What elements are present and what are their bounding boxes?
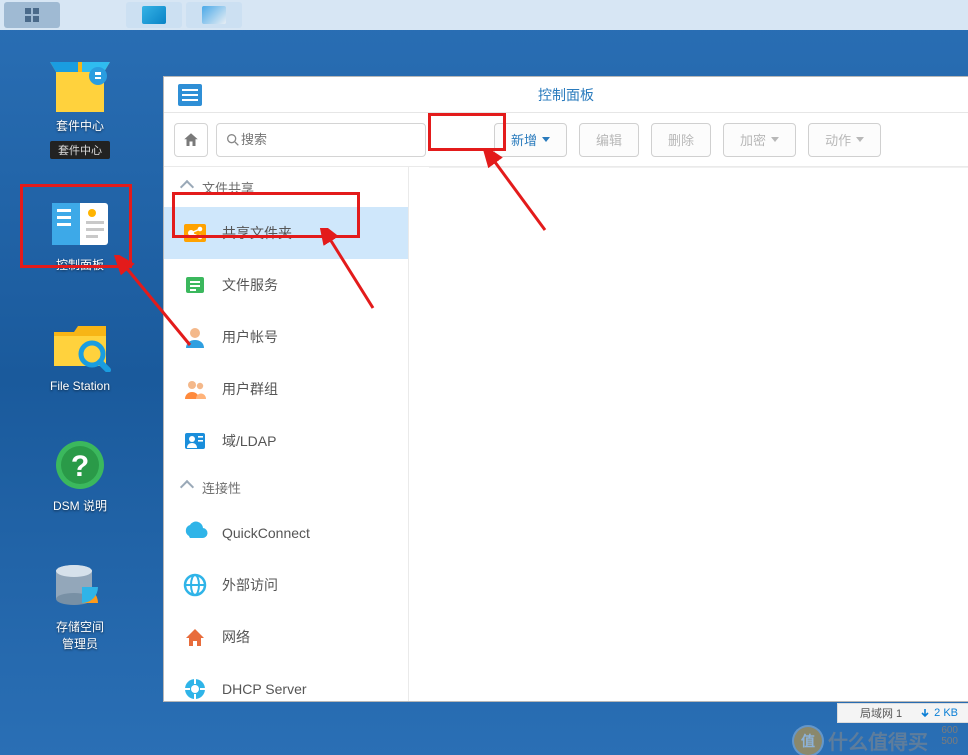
sidebar-item-group[interactable]: 用户群组 xyxy=(164,363,408,415)
desktop: 套件中心 套件中心 控制面板 File Station ? DSM 说明 存储空… xyxy=(0,30,160,755)
encrypt-button[interactable]: 加密 xyxy=(723,123,796,157)
search-input[interactable] xyxy=(241,132,417,147)
chevron-down-icon xyxy=(542,137,550,142)
sidebar-item-external-access[interactable]: 外部访问 xyxy=(164,559,408,611)
desktop-tooltip: 套件中心 xyxy=(50,141,110,159)
new-button[interactable]: 新增 xyxy=(494,123,567,157)
file-services-icon xyxy=(182,272,208,298)
control-panel-window: 控制面板 新增 编辑 删除 加密 动作 xyxy=(163,76,968,702)
sidebar-item-user[interactable]: 用户帐号 xyxy=(164,311,408,363)
chevron-up-icon xyxy=(180,480,194,494)
network-icon xyxy=(182,624,208,650)
button-label: 动作 xyxy=(825,130,851,149)
search-icon xyxy=(225,132,241,148)
button-label: 加密 xyxy=(740,130,766,149)
button-label: 编辑 xyxy=(596,130,622,149)
watermark: 值 什么值得买 xyxy=(794,726,928,755)
user-icon xyxy=(182,324,208,350)
home-icon xyxy=(182,131,200,149)
sidebar[interactable]: 文件共享 共享文件夹 文件服务 用户帐号 xyxy=(164,167,409,701)
search-box[interactable] xyxy=(216,123,426,157)
sidebar-item-quickconnect[interactable]: QuickConnect xyxy=(164,507,408,559)
desktop-icon-file-station[interactable]: File Station xyxy=(25,318,135,395)
download-icon xyxy=(920,708,930,718)
dhcp-icon xyxy=(182,676,208,701)
sidebar-item-domain-ldap[interactable]: 域/LDAP xyxy=(164,415,408,467)
desktop-icon-label: 套件中心 xyxy=(25,118,135,135)
chevron-down-icon xyxy=(856,137,864,142)
sidebar-item-label: 共享文件夹 xyxy=(222,223,292,243)
sidebar-section-file-sharing[interactable]: 文件共享 xyxy=(164,167,408,207)
window-toolbar: 新增 编辑 删除 加密 动作 xyxy=(164,113,968,167)
desktop-icon-label: DSM 说明 xyxy=(25,498,135,515)
control-panel-icon xyxy=(178,84,202,106)
group-icon xyxy=(182,376,208,402)
edit-button[interactable]: 编辑 xyxy=(579,123,639,157)
window-title: 控制面板 xyxy=(538,85,594,105)
sidebar-item-label: 外部访问 xyxy=(222,575,278,595)
delete-button[interactable]: 删除 xyxy=(651,123,711,157)
taskbar-item-control-panel[interactable] xyxy=(186,2,242,28)
taskbar-item-search[interactable] xyxy=(126,2,182,28)
chevron-down-icon xyxy=(771,137,779,142)
shared-folder-icon xyxy=(182,220,208,246)
external-access-icon xyxy=(182,572,208,598)
section-label: 文件共享 xyxy=(202,178,254,197)
sidebar-item-label: 域/LDAP xyxy=(222,431,276,451)
watermark-text: 什么值得买 xyxy=(828,726,928,755)
download-speed: 2 KB xyxy=(934,707,958,719)
sidebar-item-dhcp-server[interactable]: DHCP Server xyxy=(164,663,408,701)
desktop-icon-label: 存储空间 管理员 xyxy=(25,619,135,653)
section-label: 连接性 xyxy=(202,478,241,497)
desktop-icon-storage-manager[interactable]: 存储空间 管理员 xyxy=(25,559,135,653)
sidebar-item-label: 文件服务 xyxy=(222,275,278,295)
desktop-icon-label: 控制面板 xyxy=(25,257,135,274)
desktop-icon-package-center[interactable]: 套件中心 套件中心 xyxy=(25,58,135,159)
main-panel xyxy=(409,167,968,701)
home-button[interactable] xyxy=(174,123,208,157)
button-label: 删除 xyxy=(668,130,694,149)
watermark-badge-icon: 值 xyxy=(794,727,822,755)
sidebar-section-connectivity[interactable]: 连接性 xyxy=(164,467,408,507)
sidebar-item-label: 用户帐号 xyxy=(222,327,278,347)
taskbar-launcher[interactable] xyxy=(4,2,60,28)
ldap-icon xyxy=(182,428,208,454)
sidebar-item-label: DHCP Server xyxy=(222,681,307,697)
action-button[interactable]: 动作 xyxy=(808,123,881,157)
desktop-icon-control-panel[interactable]: 控制面板 xyxy=(25,197,135,274)
quickconnect-icon xyxy=(182,520,208,546)
sidebar-item-label: QuickConnect xyxy=(222,525,310,541)
desktop-icon-dsm-help[interactable]: ? DSM 说明 xyxy=(25,438,135,515)
sidebar-item-network[interactable]: 网络 xyxy=(164,611,408,663)
chevron-up-icon xyxy=(180,180,194,194)
small-numbers: 600 500 xyxy=(941,725,958,747)
sidebar-item-label: 网络 xyxy=(222,627,250,647)
window-titlebar[interactable]: 控制面板 xyxy=(164,77,968,113)
network-widget[interactable]: 局域网 1 2 KB xyxy=(837,703,968,723)
svg-text:?: ? xyxy=(71,450,89,483)
sidebar-item-label: 用户群组 xyxy=(222,379,278,399)
lan-label: 局域网 1 xyxy=(860,705,902,721)
button-label: 新增 xyxy=(511,130,537,149)
taskbar xyxy=(0,0,968,30)
desktop-icon-label: File Station xyxy=(25,378,135,395)
sidebar-item-shared-folder[interactable]: 共享文件夹 xyxy=(164,207,408,259)
sidebar-item-file-services[interactable]: 文件服务 xyxy=(164,259,408,311)
